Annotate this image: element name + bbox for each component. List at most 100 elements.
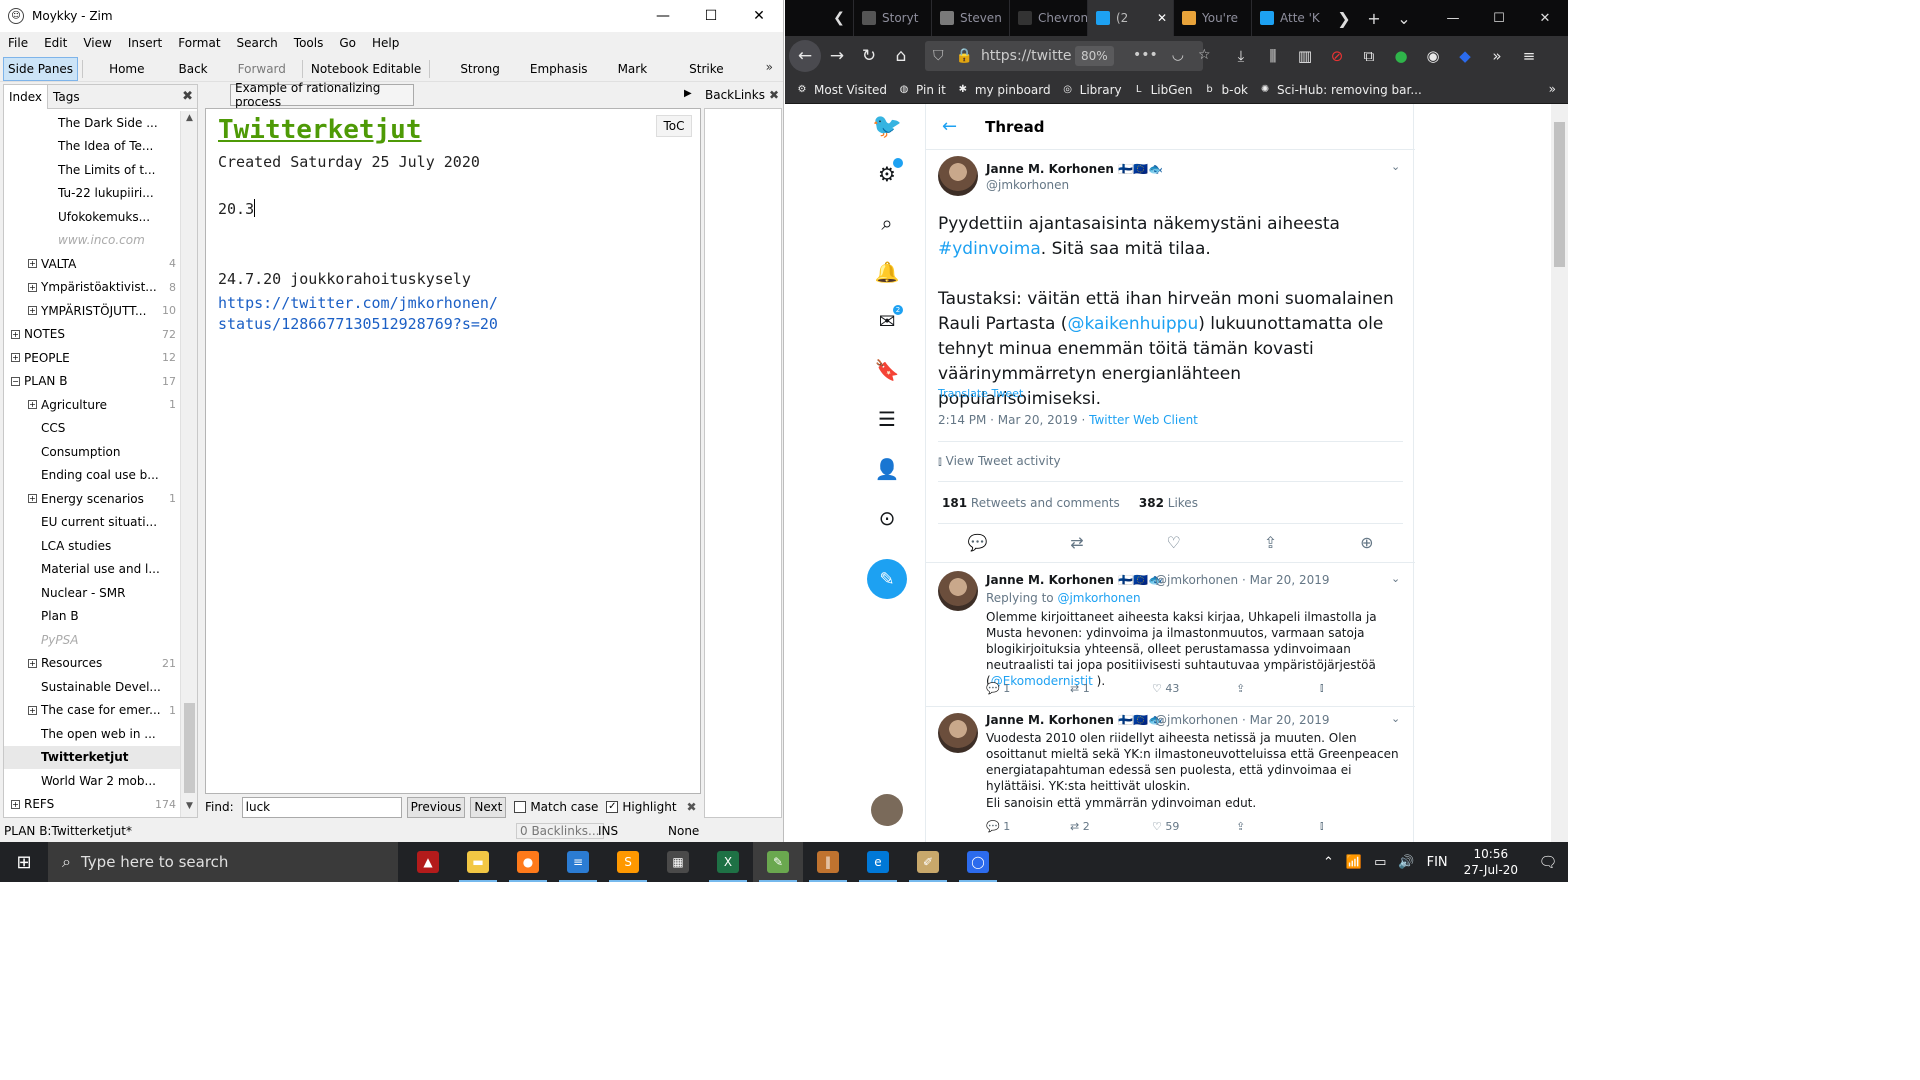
taskbar-app-signal[interactable]: ◯ (953, 842, 1003, 882)
bookmarks-overflow-icon[interactable]: » (1549, 82, 1556, 96)
url-text[interactable]: https://twitte (981, 48, 1072, 64)
expand-icon[interactable]: + (28, 658, 37, 668)
bookmark-item[interactable]: ⚙ Most Visited (795, 83, 888, 97)
browser-tab[interactable]: Atte 'K (1251, 0, 1329, 36)
menu-insert[interactable]: Insert (120, 36, 170, 50)
reply-button[interactable]: 💬 1 (986, 819, 1070, 833)
tweet-activity-link[interactable]: ⫾ View Tweet activity (938, 454, 1061, 469)
bookmark-item[interactable]: ✱ my pinboard (956, 83, 1051, 97)
editor-link[interactable]: https://twitter.com/jmkorhonen/ (218, 293, 498, 314)
browser-tab[interactable]: Steven (931, 0, 1009, 36)
taskbar-app-library-app[interactable]: ‖ (803, 842, 853, 882)
expand-icon[interactable]: + (11, 353, 20, 363)
network-icon[interactable]: 📶 (1346, 855, 1362, 870)
minimize-icon[interactable]: — (1430, 0, 1476, 36)
tweet-menu-chevron-icon[interactable]: ⌄ (1391, 160, 1400, 173)
close-tab-icon[interactable]: ✕ (1157, 11, 1167, 25)
tab-index[interactable]: Index (4, 84, 49, 109)
lists-icon[interactable]: ☰ (867, 399, 907, 439)
retweet-button[interactable]: ⇄ 2 (1070, 819, 1152, 833)
maximize-icon[interactable]: ☐ (1476, 0, 1522, 36)
minimize-icon[interactable]: — (639, 0, 687, 32)
index-tree-item[interactable]: − PLAN B 17 (4, 370, 180, 394)
index-tree-item[interactable]: + Energy scenarios 1 (4, 487, 180, 511)
editor-link[interactable]: status/1286677130512928769?s=20 (218, 314, 498, 335)
extension-icon[interactable]: ⊘ (1321, 40, 1353, 72)
side-panes-button[interactable]: Side Panes (3, 56, 79, 81)
scroll-down-icon[interactable]: ▼ (181, 801, 198, 815)
url-bar[interactable]: ⛉ 🔒 https://twitte 80% ••• ◡ ☆ (925, 41, 1211, 71)
index-tree-item[interactable]: + Agriculture 1 (4, 393, 180, 417)
match-case-checkbox[interactable] (514, 801, 527, 813)
reply-avatar[interactable] (938, 713, 978, 753)
scroll-up-icon[interactable]: ▲ (181, 113, 198, 127)
library-icon[interactable]: ⫼ (1257, 40, 1289, 72)
taskbar-app-firefox[interactable]: ● (503, 842, 553, 882)
reply-author-name[interactable]: Janne M. Korhonen 🇫🇮🇪🇺🐟 (986, 573, 1163, 587)
browser-tab[interactable]: (2 ✕ (1087, 0, 1173, 36)
browser-tab[interactable]: Storyt (853, 0, 931, 36)
index-tree-item[interactable]: Ufokokemuks... (4, 205, 180, 229)
taskbar-app-notepad-app[interactable]: ✐ (903, 842, 953, 882)
explore-icon[interactable]: ⚙ (867, 154, 907, 194)
index-tree-item[interactable]: The open web in ... (4, 722, 180, 746)
retweet-button[interactable]: ⇄ 1 (1070, 681, 1152, 695)
index-tree-item[interactable]: + YMPÄRISTÖJUTT... 10 (4, 299, 180, 323)
windows-start-icon[interactable]: ⊞ (0, 842, 48, 882)
index-tree-item[interactable]: + Ympäristöaktivist... 8 (4, 276, 180, 300)
home-button[interactable]: Home (97, 57, 156, 81)
bookmark-add-icon[interactable]: ⊕ (1360, 533, 1373, 552)
menu-icon[interactable]: ≡ (1513, 40, 1545, 72)
menu-format[interactable]: Format (170, 36, 228, 50)
notifications-bell-icon[interactable]: 🔔 (867, 252, 907, 292)
index-tree-item[interactable]: + VALTA 4 (4, 252, 180, 276)
back-button[interactable]: Back (167, 57, 220, 81)
toc-button[interactable]: ToC (656, 115, 692, 137)
share-icon[interactable]: ⇪ (1236, 681, 1320, 695)
index-tree-item[interactable]: LCA studies (4, 534, 180, 558)
index-tree-item[interactable]: www.inco.com (4, 229, 180, 253)
like-button[interactable]: ♡ 59 (1152, 819, 1236, 833)
expand-icon[interactable]: + (28, 705, 37, 715)
language-indicator[interactable]: FIN (1427, 855, 1448, 870)
author-handle[interactable]: @jmkorhonen (986, 178, 1069, 192)
back-arrow-icon[interactable]: ← (789, 40, 821, 72)
close-pane-icon[interactable]: ✖ (182, 89, 193, 104)
twitter-bird-icon[interactable]: 🐦 (867, 106, 907, 146)
index-tree-item[interactable]: World War 2 mob... (4, 769, 180, 793)
notifications-icon[interactable]: 🗨 (1528, 842, 1568, 882)
hashtag-link[interactable]: #ydinvoima (938, 239, 1041, 259)
index-tree-item[interactable]: + PEOPLE 12 (4, 346, 180, 370)
author-name[interactable]: Janne M. Korhonen 🇫🇮🇪🇺🐟 (986, 162, 1163, 176)
browser-tab[interactable]: You're (1173, 0, 1251, 36)
overflow-icon[interactable]: » (1481, 40, 1513, 72)
index-tree-item[interactable]: Ending coal use b... (4, 464, 180, 488)
volume-icon[interactable]: 🔊 (1398, 855, 1414, 870)
bookmarks-icon[interactable]: 🔖 (867, 350, 907, 390)
author-avatar[interactable] (938, 156, 978, 196)
lock-icon[interactable]: 🔒 (956, 48, 973, 64)
taskbar-search-box[interactable]: ⌕ Type here to search (48, 842, 398, 882)
taskbar-app-file-explorer[interactable]: ▬ (453, 842, 503, 882)
index-tree-item[interactable]: The Idea of Te... (4, 135, 180, 159)
reply-menu-chevron-icon[interactable]: ⌄ (1391, 572, 1400, 585)
close-find-icon[interactable]: ✖ (687, 800, 697, 814)
battery-icon[interactable]: ▭ (1374, 855, 1386, 870)
expand-icon[interactable]: + (28, 282, 37, 292)
strong-button[interactable]: Strong (448, 57, 512, 81)
reply-icon[interactable]: 💬 (967, 533, 987, 552)
taskbar-app-excel[interactable]: X (703, 842, 753, 882)
profile-icon[interactable]: 👤 (867, 449, 907, 489)
forward-button[interactable]: Forward (226, 57, 298, 81)
forward-arrow-icon[interactable]: → (821, 40, 853, 72)
menu-search[interactable]: Search (229, 36, 286, 50)
find-previous-button[interactable]: Previous (406, 796, 466, 818)
index-tree-item[interactable]: Twitterketjut (4, 745, 180, 769)
back-arrow-icon[interactable]: ← (942, 116, 957, 137)
pocket-icon[interactable]: ◡ (1172, 47, 1184, 63)
index-tree-item[interactable]: + The case for emer... 1 (4, 699, 180, 723)
home-icon[interactable]: ⌂ (885, 40, 917, 72)
tab-tags[interactable]: Tags (48, 85, 85, 109)
taskbar-app-calculator[interactable]: ▦ (653, 842, 703, 882)
likes-label[interactable]: Likes (1168, 496, 1198, 510)
